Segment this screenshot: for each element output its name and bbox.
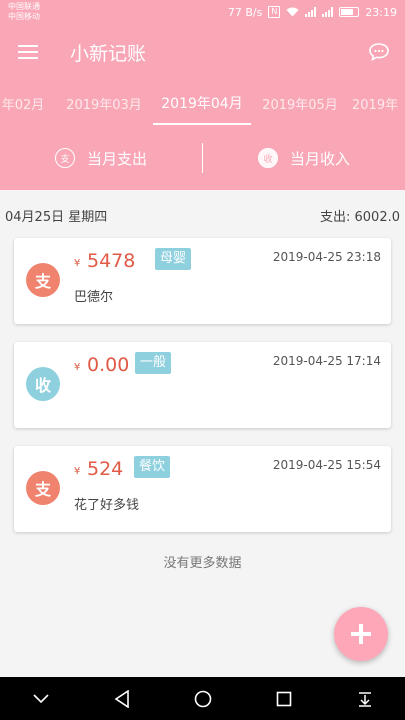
pull-down-icon: [358, 691, 371, 707]
currency-symbol: ¥: [74, 466, 81, 477]
status-bar: 中国联通 中国移动 77 B/s N 23:19: [0, 0, 405, 24]
record-category-tag: 餐饮: [134, 456, 171, 478]
day-total: 支出: 6002.0: [320, 209, 400, 225]
tab-month-05[interactable]: 2019年05月: [251, 80, 349, 126]
chevron-down-icon: [32, 693, 49, 703]
nav-home-button[interactable]: [183, 679, 223, 719]
expense-icon: 支: [54, 148, 75, 168]
record-amount: 0.00: [87, 354, 130, 376]
nfc-icon: N: [268, 6, 281, 18]
day-date: 04月25日 星期四: [5, 209, 108, 225]
currency-symbol: ¥: [74, 362, 81, 373]
month-tab-indicator: [153, 123, 251, 125]
record-card[interactable]: 支 ¥ 524 餐饮 2019-04-25 15:54 花了好多钱: [14, 446, 391, 532]
record-card[interactable]: 收 ¥ 0.00 一般 2019-04-25 17:14: [14, 342, 391, 428]
signal-2-icon: [322, 7, 334, 17]
currency-symbol: ¥: [74, 258, 81, 269]
wifi-icon: [286, 7, 299, 17]
app-title: 小新记账: [70, 42, 147, 65]
app-bar: 小新记账: [0, 24, 405, 80]
record-type-avatar: 支: [26, 471, 60, 505]
day-header: 04月25日 星期四 支出: 6002.0: [0, 200, 405, 230]
record-card[interactable]: 支 ¥ 5478 母婴 2019-04-25 23:18 巴德尔: [14, 238, 391, 324]
battery-icon: [339, 7, 360, 17]
record-type-avatar: 支: [26, 263, 60, 297]
tab-month-06[interactable]: 2019年: [352, 80, 405, 126]
record-category-tag: 母婴: [155, 248, 192, 270]
back-triangle-icon: [114, 689, 129, 708]
no-more-data-text: 没有更多数据: [163, 556, 242, 571]
monthly-expense-label: 当月支出: [86, 149, 147, 168]
monthly-expense-button[interactable]: 支 当月支出: [0, 148, 202, 169]
record-note: 花了好多钱: [74, 498, 140, 513]
nav-notification-button[interactable]: [345, 679, 385, 719]
clock: 23:19: [365, 5, 397, 19]
monthly-income-button[interactable]: 收 当月收入: [203, 148, 405, 169]
carrier-info: 中国联通 中国移动: [8, 2, 40, 22]
signal-1-icon: [305, 7, 317, 17]
nav-back-button[interactable]: [102, 679, 142, 719]
tab-month-04[interactable]: 2019年04月: [153, 80, 251, 126]
plus-icon: [351, 624, 371, 644]
recents-square-icon: [276, 691, 291, 706]
nav-hide-button[interactable]: [21, 679, 61, 719]
nav-recents-button[interactable]: [264, 679, 304, 719]
hamburger-menu-icon: [18, 45, 38, 59]
record-time: 2019-04-25 17:14: [272, 354, 381, 368]
chat-bubble-icon: [369, 43, 389, 62]
status-indicators: 77 B/s N 23:19: [228, 6, 397, 19]
record-amount: 5478: [87, 250, 136, 272]
record-amount: 524: [87, 458, 124, 480]
chat-button[interactable]: [353, 24, 405, 80]
carrier-1: 中国联通: [8, 2, 40, 11]
menu-button[interactable]: [0, 24, 56, 80]
carrier-2: 中国移动: [8, 12, 40, 21]
record-time: 2019-04-25 15:54: [272, 458, 381, 472]
record-time: 2019-04-25 23:18: [272, 250, 381, 264]
record-type-avatar: 收: [26, 367, 60, 401]
month-summary: 支 当月支出 收 当月收入: [0, 126, 405, 190]
month-tabs: 年02月 2019年03月 2019年04月 2019年05月 2019年: [0, 80, 405, 126]
income-icon: 收: [257, 148, 278, 168]
tab-month-03[interactable]: 2019年03月: [55, 80, 153, 126]
system-nav-bar: [0, 677, 405, 720]
add-record-button[interactable]: [334, 607, 388, 661]
home-circle-icon: [194, 690, 211, 707]
record-category-tag: 一般: [135, 352, 172, 374]
network-speed: 77 B/s: [227, 5, 263, 19]
monthly-income-label: 当月收入: [289, 149, 350, 168]
record-note: 巴德尔: [74, 290, 114, 305]
